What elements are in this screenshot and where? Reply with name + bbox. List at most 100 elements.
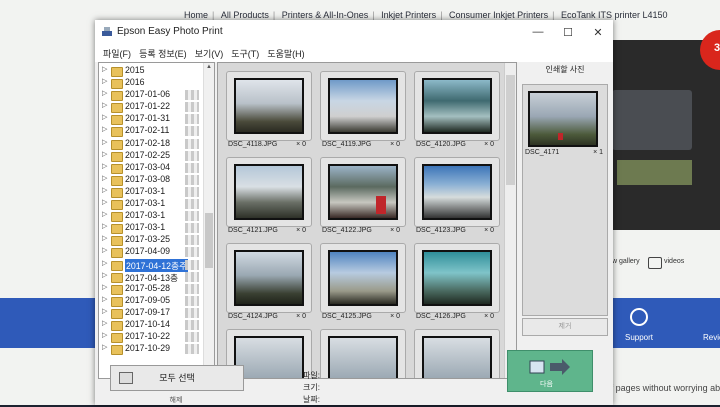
menu-properties[interactable]: 등록 정보(E) [135,44,191,62]
gallery-link[interactable]: w gallery [612,258,640,265]
tree-item[interactable]: ▷ 2017-02-11 [99,125,214,138]
nav-inkjet[interactable]: Inkjet Printers [381,10,436,20]
tree-scrollbar[interactable]: ▲ ▼ [203,63,214,378]
minimize-button[interactable]: — [523,20,553,44]
tree-item[interactable]: ▷ 2017-03-1 [99,222,214,235]
expand-icon[interactable]: ▷ [102,222,107,230]
tree-item[interactable]: ▷ 2017-01-22 [99,101,214,114]
photo-thumbnail[interactable]: DSC_4120.JPG × 0 [414,71,500,151]
photo-thumbnail[interactable]: DSC_4124.JPG × 0 [226,243,312,323]
tree-scroll-thumb[interactable] [205,213,213,268]
expand-icon[interactable]: ▷ [102,307,107,315]
scroll-up-icon[interactable]: ▲ [205,64,213,72]
photo-count: × 0 [484,313,494,320]
maximize-button[interactable]: ☐ [553,20,583,44]
tree-item[interactable]: ▷ 2017-03-1 [99,210,214,223]
photo-thumbnail[interactable]: DSC_4121.JPG × 0 [226,157,312,237]
deselect-button[interactable]: 해제 [110,395,242,407]
expand-icon[interactable]: ▷ [102,331,107,339]
photo-grid: DSC_4118.JPG × 0 DSC_4119.JPG × 0 DSC_4120.J… [217,62,517,379]
tree-item[interactable]: ▷ 2017-01-06 [99,89,214,102]
expand-icon[interactable]: ▷ [102,125,107,133]
tree-item[interactable]: ▷ 2017-02-25 [99,150,214,162]
print-photo-thumbnail[interactable] [528,91,598,147]
expand-icon[interactable]: ▷ [102,283,107,291]
next-button[interactable]: 다음 [507,350,593,392]
expand-icon[interactable]: ▷ [102,234,107,242]
expand-icon[interactable]: ▷ [102,198,107,206]
photo-thumbnail[interactable]: DSC_4118.JPG × 0 [226,71,312,151]
photo-thumbnail[interactable]: DSC_4119.JPG × 0 [320,71,406,151]
tree-item[interactable]: ▷ 2017-02-18 [99,138,214,150]
photo-thumbnail-partial[interactable] [320,329,406,378]
nav-consumer-inkjet[interactable]: Consumer Inkjet Printers [449,10,548,20]
tree-item-label: 2017-04-12충주 [125,258,189,272]
tree-item[interactable]: ▷ 2017-04-09 [99,246,214,259]
reviews-link[interactable]: Revie [703,333,720,342]
menu-tools[interactable]: 도구(T) [227,44,263,62]
support-link[interactable]: Support [625,333,653,342]
expand-icon[interactable]: ▷ [102,210,107,218]
tree-item[interactable]: ▷ 2017-09-05 [99,295,214,307]
expand-icon[interactable]: ▷ [102,271,107,279]
photo-thumbnail[interactable]: DSC_4125.JPG × 0 [320,243,406,323]
expand-icon[interactable]: ▷ [102,77,107,85]
nav-product[interactable]: EcoTank ITS printer L4150 [561,10,668,20]
folder-icon [111,212,123,223]
tree-item[interactable]: ▷ 2017-03-08 [99,174,214,186]
expand-icon[interactable]: ▷ [102,174,107,182]
expand-icon[interactable]: ▷ [102,246,107,254]
nav-home[interactable]: Home [184,10,208,20]
tree-item-label: 2017-02-11 [125,125,170,136]
nav-printers[interactable]: Printers & All-In-Ones [282,10,369,20]
close-button[interactable]: ✕ [583,20,613,44]
thumbnail-frame [226,243,312,313]
tree-item[interactable]: ▷ 2017-04-12충주 [99,258,214,272]
expand-icon[interactable]: ▷ [102,150,107,158]
photo-thumbnail-partial[interactable] [414,329,500,378]
expand-icon[interactable]: ▷ [102,295,107,303]
tree-item[interactable]: ▷ 2017-05-28 [99,283,214,295]
expand-icon[interactable]: ▷ [102,162,107,170]
tree-item[interactable]: ▷ 2017-03-25 [99,234,214,247]
expand-icon[interactable]: ▷ [102,343,107,351]
expand-icon[interactable]: ▷ [102,186,107,194]
tree-item[interactable]: ▷ 2015 [99,65,214,77]
tree-item-label: 2017-03-1 [125,210,166,221]
tree-item[interactable]: ▷ 2017-03-1 [99,198,214,211]
tree-item[interactable]: ▷ 2017-10-22 [99,331,214,344]
folder-icon [111,248,123,259]
videos-link[interactable]: videos [664,258,684,265]
expand-icon[interactable]: ▷ [102,319,107,327]
tree-item[interactable]: ▷ 2017-04-13충 [99,271,214,283]
expand-icon[interactable]: ▷ [102,138,107,146]
nav-all-products[interactable]: All Products [221,10,269,20]
select-all-button[interactable]: 모두 선택 [110,365,244,391]
menu-file[interactable]: 파일(F) [99,44,135,62]
tree-item-label: 2017-02-25 [125,149,170,160]
remove-button[interactable]: 제거 [522,318,608,336]
tree-item[interactable]: ▷ 2017-09-17 [99,307,214,319]
tree-item[interactable]: ▷ 2017-03-1 [99,186,214,198]
expand-icon[interactable]: ▷ [102,65,107,73]
tree-item[interactable]: ▷ 2017-01-31 [99,113,214,126]
photo-thumbnail[interactable]: DSC_4122.JPG × 0 [320,157,406,237]
folder-icon [111,91,123,102]
tree-item[interactable]: ▷ 2016 [99,77,214,90]
photo-thumbnail[interactable]: DSC_4126.JPG × 0 [414,243,500,323]
grid-scroll-thumb[interactable] [506,75,515,185]
tree-item-label: 2017-10-29 [125,343,170,354]
menu-view[interactable]: 보기(V) [191,44,228,62]
tree-item-label: 2017-01-06 [125,89,170,100]
tree-item[interactable]: ▷ 2017-03-04 [99,162,214,174]
tree-item-label: 2017-03-1 [125,185,166,196]
expand-icon[interactable]: ▷ [102,101,107,109]
menu-help[interactable]: 도움말(H) [263,44,308,62]
expand-icon[interactable]: ▷ [102,89,107,97]
expand-icon[interactable]: ▷ [102,259,107,267]
tree-item[interactable]: ▷ 2017-10-29 [99,343,214,356]
tree-item[interactable]: ▷ 2017-10-14 [99,319,214,331]
photo-thumbnail[interactable]: DSC_4123.JPG × 0 [414,157,500,237]
expand-icon[interactable]: ▷ [102,113,107,121]
grid-scrollbar[interactable] [504,63,516,378]
